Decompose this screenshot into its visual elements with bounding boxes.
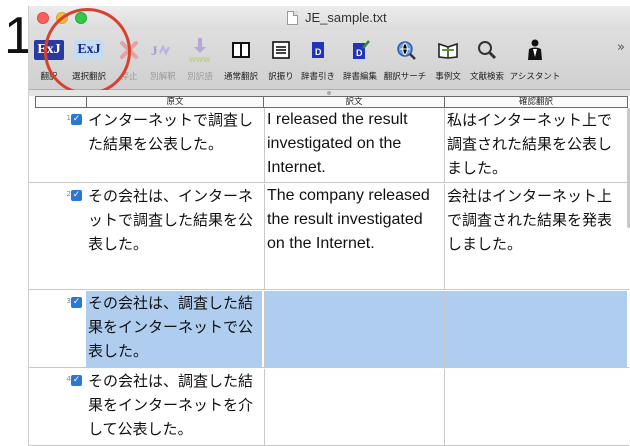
example-sentence-icon [437, 36, 459, 64]
literature-search-icon [477, 36, 497, 64]
svg-text:J: J [151, 43, 158, 58]
source-cell[interactable]: インターネットで調査した結果を公表した。 [86, 108, 262, 182]
source-cell[interactable]: その会社は、調査した結果をインターネットを介して公表した。 [86, 369, 262, 445]
svg-text:D: D [356, 48, 363, 58]
table-row[interactable]: 4 ✓ その会社は、調査した結果をインターネットを介して公表した。 [29, 369, 629, 446]
translation-cell[interactable] [264, 291, 444, 367]
row-checkbox[interactable]: ✓ [71, 114, 82, 125]
column-header-confirm[interactable]: 確認翻訳 [444, 96, 628, 108]
confirm-translation-cell[interactable]: 私はインターネット上で調査された結果を公表しました。 [444, 108, 627, 182]
svg-text:D: D [315, 47, 322, 57]
confirm-translation-cell[interactable] [444, 291, 627, 367]
toolbar-overflow-chevron[interactable]: » [617, 40, 625, 55]
assistant-button[interactable]: アシスタント [510, 34, 560, 86]
svg-text:www: www [188, 54, 211, 63]
literature-search-button[interactable]: 文献検索 [470, 34, 504, 86]
column-header-translation[interactable]: 訳文 [263, 96, 445, 108]
dictionary-lookup-button[interactable]: D 辞書引き [301, 34, 335, 86]
window-title: JE_sample.txt [305, 10, 387, 25]
source-cell[interactable]: その会社は、調査した結果をインターネットで公表した。 [86, 291, 262, 367]
splitter-handle-icon [327, 91, 331, 95]
table-row[interactable]: 1 ✓ インターネットで調査した結果を公表した。 I released the … [29, 108, 629, 183]
translation-search-icon [395, 36, 417, 64]
close-window-button[interactable] [37, 12, 49, 24]
dictionary-lookup-icon: D [308, 36, 328, 64]
row-checkbox[interactable]: ✓ [71, 297, 82, 308]
confirm-translation-cell[interactable] [444, 369, 627, 445]
dictionary-edit-icon: D [350, 36, 372, 64]
translation-search-button[interactable]: 翻訳サーチ [384, 34, 426, 86]
confirm-translation-cell[interactable]: 会社はインターネット上で調査された結果を発表しました。 [444, 184, 627, 289]
alternate-word-button[interactable]: www 別訳語 [185, 34, 215, 86]
translation-cell[interactable]: I released the result investigated on th… [264, 108, 444, 182]
table-row[interactable]: 2 ✓ その会社は、インターネットで調査した結果を公表した。 The compa… [29, 184, 629, 290]
alternate-interpretation-button[interactable]: J 別解釈 [149, 34, 177, 86]
interlinear-button[interactable]: 訳振り [267, 34, 295, 86]
selection-translate-highlight-ring [44, 8, 131, 95]
interlinear-translation-icon [269, 36, 293, 64]
example-sentence-button[interactable]: 事例文 [433, 34, 463, 86]
translation-window: JE_sample.txt ExJ 翻訳 ExJ 選択翻訳 停止 J 別解釈 w… [28, 6, 630, 446]
alternate-translation-word-icon: www [185, 36, 215, 64]
assistant-icon [524, 36, 546, 64]
translation-cell[interactable]: The company released the result investig… [264, 184, 444, 289]
alternate-interpretation-icon: J [149, 36, 177, 64]
dictionary-edit-button[interactable]: D 辞書編集 [343, 34, 377, 86]
normal-translation-button[interactable]: 通常翻訳 [224, 34, 258, 86]
column-header-index[interactable] [35, 96, 87, 108]
document-icon [287, 11, 298, 25]
translation-cell[interactable] [264, 369, 444, 445]
table-row-selected[interactable]: 3 ✓ その会社は、調査した結果をインターネットで公表した。 [29, 291, 629, 368]
normal-translation-layout-icon [229, 36, 253, 64]
row-checkbox[interactable]: ✓ [71, 190, 82, 201]
row-checkbox[interactable]: ✓ [71, 375, 82, 386]
column-header-source[interactable]: 原文 [86, 96, 264, 108]
source-cell[interactable]: その会社は、インターネットで調査した結果を公表した。 [86, 184, 262, 289]
